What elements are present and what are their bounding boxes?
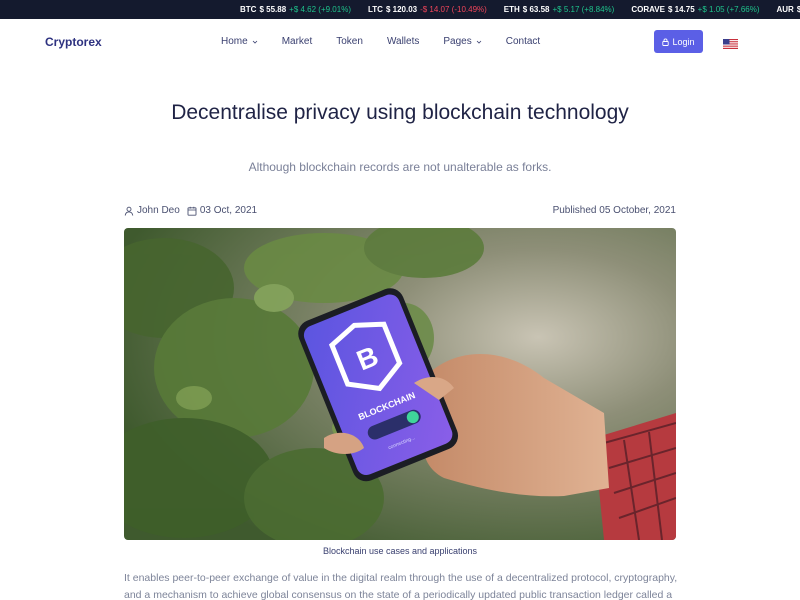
- nav-item-label: Wallets: [386, 36, 420, 47]
- article-body: It enables peer-to-peer exchange of valu…: [124, 572, 678, 600]
- nav-item-pages[interactable]: Pages: [443, 36, 482, 47]
- nav-item-market[interactable]: Market: [282, 36, 313, 47]
- ticker-price: $ 120.03: [385, 5, 418, 14]
- author-info[interactable]: John Deo: [124, 205, 180, 216]
- post-date: 03 Oct, 2021: [199, 205, 258, 216]
- hero-image: B BLOCKCHAIN connecting...: [124, 228, 676, 540]
- ticker-item-btc[interactable]: BTC $ 55.88 +$ 4.62 (+9.01%): [240, 5, 351, 14]
- ticker-track: BTC $ 55.88 +$ 4.62 (+9.01%) LTC $ 120.03 -$ …: [240, 0, 800, 19]
- calendar-icon: [187, 206, 197, 216]
- nav-item-label: Contact: [505, 36, 541, 47]
- article-subtitle: Although blockchain records are not unal…: [248, 160, 552, 174]
- ticker-price: $ 55.88: [259, 5, 287, 14]
- login-label: Login: [672, 36, 695, 47]
- ticker-item-eth[interactable]: ETH $ 63.58 +$ 5.17 (+8.84%): [504, 5, 615, 14]
- ticker-symbol: ETH: [503, 5, 520, 14]
- user-icon: [124, 206, 134, 216]
- chevron-down-icon: [476, 40, 482, 44]
- ticker-price: $ 14.75: [667, 5, 695, 14]
- nav-item-label: Market: [281, 36, 313, 47]
- nav-item-label: Token: [336, 36, 363, 47]
- ticker-item-ltc[interactable]: LTC $ 120.03 -$ 14.07 (-10.49%): [368, 5, 487, 14]
- nav-item-label: Home: [221, 36, 248, 47]
- main-menu: Home Market Token Wallets Pages Contact: [221, 36, 564, 47]
- article-title: Decentralise privacy using blockchain te…: [171, 101, 629, 124]
- chevron-down-icon: [252, 40, 257, 44]
- ticker-item-aur[interactable]: AUR$ 139: [777, 5, 800, 14]
- login-button[interactable]: Login: [654, 30, 703, 53]
- nav-item-token[interactable]: Token: [336, 36, 363, 47]
- ticker-price: $ 63.58: [522, 5, 550, 14]
- us-flag-icon[interactable]: [723, 39, 738, 49]
- nav-item-home[interactable]: Home: [221, 36, 258, 47]
- ticker-symbol: AUR: [776, 5, 794, 14]
- nav-item-label: Pages: [443, 36, 472, 47]
- ticker-item-corave[interactable]: CORAVE $ 14.75 +$ 1.05 (+7.66%): [631, 5, 759, 14]
- ticker-change: +$ 1.05 (+7.66%): [697, 5, 760, 14]
- published-date: Published 05 October, 2021: [552, 205, 676, 216]
- article-meta: John Deo 03 Oct, 2021 Published 05 Octob…: [124, 205, 676, 219]
- main-navbar: Cryptorex Home Market Token Wallets Pages Con…: [0, 19, 800, 65]
- brand-logo[interactable]: Cryptorex: [45, 35, 102, 49]
- ticker-change: +$ 5.17 (+8.84%): [552, 5, 615, 14]
- image-caption: Blockchain use cases and applications: [322, 546, 478, 556]
- ticker-change: -$ 14.07 (-10.49%): [420, 5, 487, 14]
- lock-icon: [662, 38, 670, 46]
- date-info: 03 Oct, 2021: [187, 205, 257, 216]
- phone-blockchain-photo: B BLOCKCHAIN connecting...: [124, 228, 676, 540]
- author-name: John Deo: [137, 205, 180, 216]
- ticker-symbol: BTC: [240, 5, 257, 14]
- price-ticker: BTC $ 55.88 +$ 4.62 (+9.01%) LTC $ 120.03 -$ …: [0, 0, 800, 19]
- nav-item-contact[interactable]: Contact: [506, 36, 540, 47]
- ticker-symbol: CORAVE: [631, 5, 665, 14]
- ticker-symbol: LTC: [367, 5, 383, 14]
- ticker-change: +$ 4.62 (+9.01%): [289, 5, 351, 14]
- nav-item-wallets[interactable]: Wallets: [387, 36, 419, 47]
